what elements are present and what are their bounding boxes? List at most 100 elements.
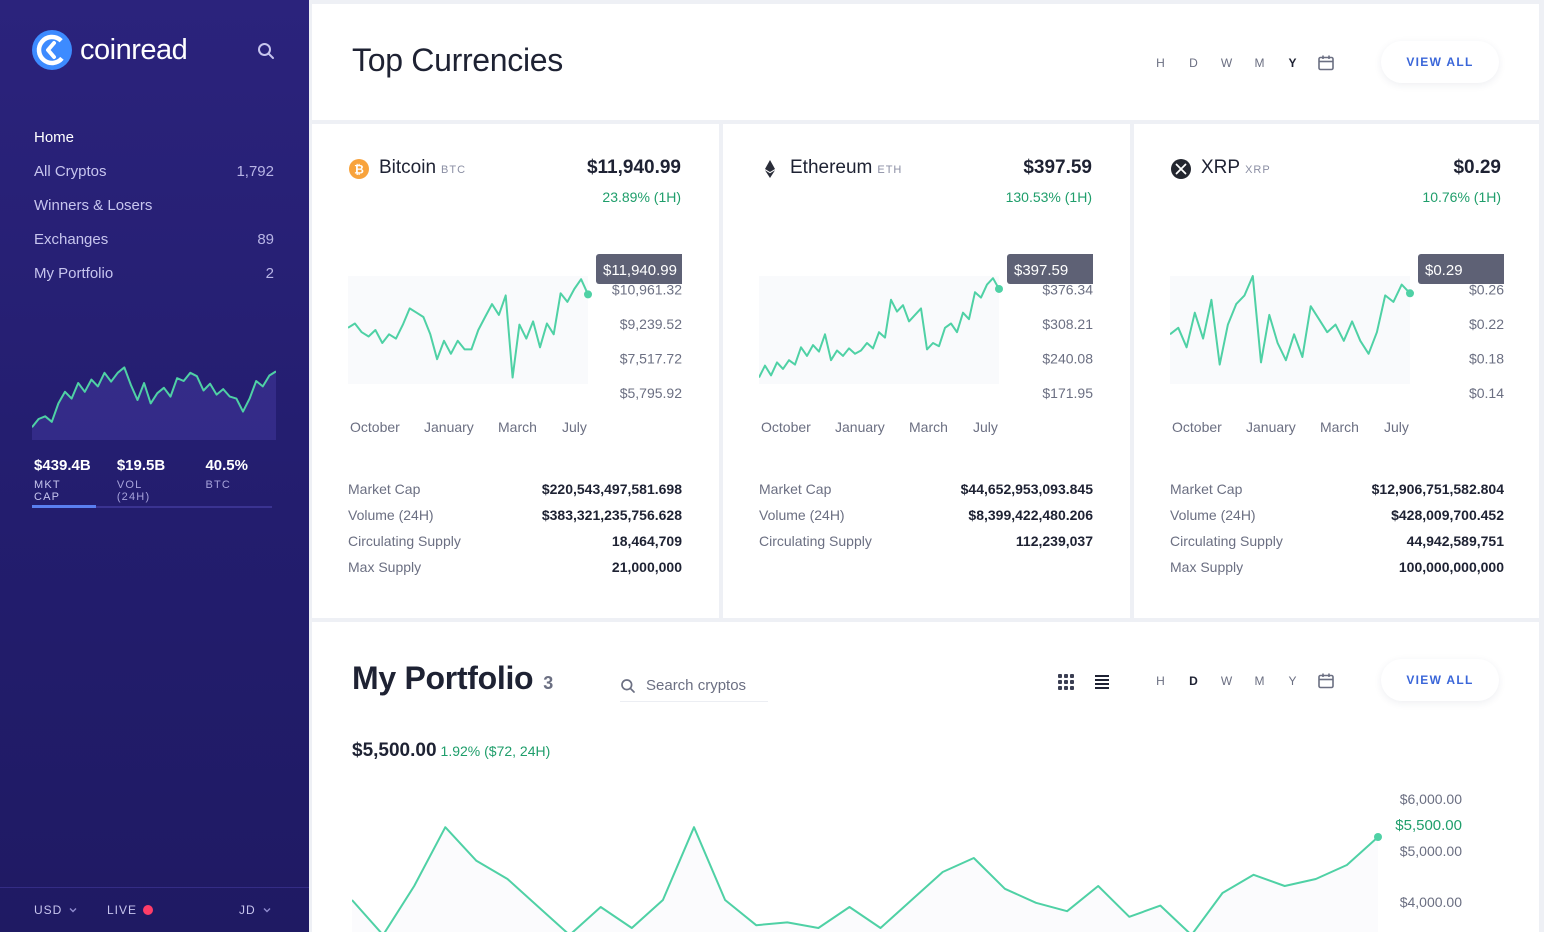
calendar-icon[interactable] xyxy=(1317,54,1335,72)
x-tick-label: January xyxy=(1246,419,1296,435)
current-price-dot xyxy=(995,284,1003,293)
metric-value: 21,000,000 xyxy=(611,559,682,575)
view-all-portfolio-button[interactable]: VIEW ALL xyxy=(1381,659,1499,701)
coin-card-ethereum[interactable]: EthereumETH $397.59 130.53% (1H) $444.48… xyxy=(723,124,1130,618)
stat-value: $439.4B xyxy=(34,457,91,474)
grid-view-icon[interactable] xyxy=(1056,672,1076,692)
sidebar-item-count: 1,792 xyxy=(236,162,274,180)
range-option-hour[interactable]: H xyxy=(1144,674,1177,688)
stat-volume[interactable]: $19.5B VOL (24H) xyxy=(117,457,180,503)
coinread-logo-icon xyxy=(32,30,72,70)
x-tick-label: July xyxy=(1384,419,1409,435)
range-option-year[interactable]: Y xyxy=(1276,56,1309,70)
stat-label: VOL (24H) xyxy=(116,479,151,503)
sidebar-item-label: All Cryptos xyxy=(34,162,107,180)
y-tick-label: $0.18 xyxy=(1469,351,1504,367)
metric-value: 100,000,000,000 xyxy=(1398,559,1504,575)
metric-value: 44,942,589,751 xyxy=(1406,533,1504,549)
currency-selector[interactable]: USD xyxy=(34,903,78,917)
chevron-down-icon xyxy=(263,908,271,913)
coin-price-chart[interactable]: $12,683.12$10,961.32$9,239.52$7,517.72$5… xyxy=(348,254,682,444)
metric-row: Market Cap $220,543,497,581.698 xyxy=(348,476,682,502)
metric-value: 18,464,709 xyxy=(611,533,682,549)
metric-row: Circulating Supply 18,464,709 xyxy=(348,528,682,554)
user-initials: JD xyxy=(239,903,256,917)
y-tick-label: $0.22 xyxy=(1469,316,1504,332)
coin-name: Bitcoin BTC xyxy=(379,157,466,179)
search-icon xyxy=(621,678,635,693)
market-stats: $439.4B MKT CAP $19.5B VOL (24H) 40.5% B… xyxy=(34,457,274,503)
y-tick-label: $5,795.92 xyxy=(620,385,682,401)
stat-btc-dominance[interactable]: 40.5% BTC xyxy=(205,457,248,503)
stat-market-cap[interactable]: $439.4B MKT CAP xyxy=(34,457,91,503)
sidebar-item-label: Home xyxy=(34,128,75,146)
sidebar-item-count: 89 xyxy=(257,230,274,248)
metric-label: Market Cap xyxy=(348,481,421,497)
stat-value: 40.5% xyxy=(205,457,248,474)
coin-name-text: XRP xyxy=(1201,157,1241,178)
x-tick-label: October xyxy=(1172,419,1222,435)
x-tick-label: January xyxy=(835,419,885,435)
sidebar-item-my-portfolio[interactable]: My Portfolio 2 xyxy=(34,256,274,290)
portfolio-value-text: $5,500.00 xyxy=(352,740,437,761)
live-indicator[interactable]: LIVE xyxy=(107,903,154,917)
range-option-week[interactable]: W xyxy=(1210,56,1243,70)
sidebar-item-label: My Portfolio xyxy=(34,264,114,282)
x-tick-label: October xyxy=(350,419,400,435)
sidebar-item-exchanges[interactable]: Exchanges 89 xyxy=(34,222,274,256)
metric-row: Max Supply 21,000,000 xyxy=(348,554,682,580)
my-portfolio-panel: My Portfolio 3 Search cryptos H D W M Y V… xyxy=(312,622,1539,932)
portfolio-chart[interactable]: $6,000.00 $5,500.00 $5,000.00 $4,000.00 xyxy=(352,782,1502,932)
range-option-day[interactable]: D xyxy=(1177,674,1210,688)
x-tick-label: January xyxy=(424,419,474,435)
metric-label: Volume (24H) xyxy=(348,507,434,523)
price-tooltip: $11,940.99 xyxy=(596,254,682,284)
coin-price-chart[interactable]: $444.48$376.34$308.21$240.08$171.95Octob… xyxy=(759,254,1093,444)
range-option-month[interactable]: M xyxy=(1243,674,1276,688)
range-option-year[interactable]: Y xyxy=(1276,674,1309,688)
metric-label: Circulating Supply xyxy=(348,533,461,549)
coin-name: Ethereum ETH xyxy=(790,157,902,179)
tooltip-value: $397.59 xyxy=(1014,262,1068,279)
range-option-month[interactable]: M xyxy=(1243,56,1276,70)
user-menu[interactable]: JD xyxy=(239,903,272,917)
current-price-dot xyxy=(584,290,592,299)
search-icon[interactable] xyxy=(256,41,276,61)
coin-price: $397.59 xyxy=(1023,157,1092,178)
coin-change: 130.53% (1H) xyxy=(1005,189,1092,205)
x-tick-label: March xyxy=(909,419,948,435)
view-toggle xyxy=(1056,672,1112,692)
y-tick-label: $4,000.00 xyxy=(1400,894,1462,910)
metric-value: 112,239,037 xyxy=(1015,533,1093,549)
coin-name-text: Ethereum xyxy=(790,157,873,178)
calendar-icon[interactable] xyxy=(1317,672,1335,690)
portfolio-title: My Portfolio 3 xyxy=(352,660,553,697)
metric-row: Volume (24H) $383,321,235,756.628 xyxy=(348,502,682,528)
sidebar-item-winners-losers[interactable]: Winners & Losers xyxy=(34,188,274,222)
view-all-currencies-button[interactable]: VIEW ALL xyxy=(1381,41,1499,83)
coin-card-xrp[interactable]: XRPXRP $0.29 10.76% (1H) $0.30$0.26$0.22… xyxy=(1134,124,1539,618)
ethereum-icon xyxy=(765,160,775,178)
coin-card-bitcoin[interactable]: ₿ BitcoinBTC $11,940.99 23.89% (1H) $12,… xyxy=(312,124,719,618)
range-option-hour[interactable]: H xyxy=(1144,56,1177,70)
metric-row: Volume (24H) $8,399,422,480.206 xyxy=(759,502,1093,528)
metric-row: Volume (24H) $428,009,700.452 xyxy=(1170,502,1504,528)
coin-price-chart[interactable]: $0.30$0.26$0.22$0.18$0.14OctoberJanuaryM… xyxy=(1170,254,1504,444)
metric-label: Volume (24H) xyxy=(1170,507,1256,523)
sidebar-item-all-cryptos[interactable]: All Cryptos 1,792 xyxy=(34,154,274,188)
search-input[interactable]: Search cryptos xyxy=(620,670,768,702)
list-view-icon[interactable] xyxy=(1092,672,1112,692)
range-option-day[interactable]: D xyxy=(1177,56,1210,70)
tooltip-value: $11,940.99 xyxy=(603,262,677,279)
x-tick-label: March xyxy=(498,419,537,435)
metric-row: Max Supply 100,000,000,000 xyxy=(1170,554,1504,580)
sidebar-item-home[interactable]: Home xyxy=(34,120,274,154)
range-option-week[interactable]: W xyxy=(1210,674,1243,688)
y-tick-label: $7,517.72 xyxy=(620,351,682,367)
x-tick-label: July xyxy=(973,419,998,435)
portfolio-count: 3 xyxy=(543,673,553,693)
stat-label: MKT CAP xyxy=(34,479,61,503)
logo[interactable]: coinread xyxy=(32,30,188,70)
chevron-down-icon xyxy=(69,908,77,913)
x-tick-label: March xyxy=(1320,419,1359,435)
